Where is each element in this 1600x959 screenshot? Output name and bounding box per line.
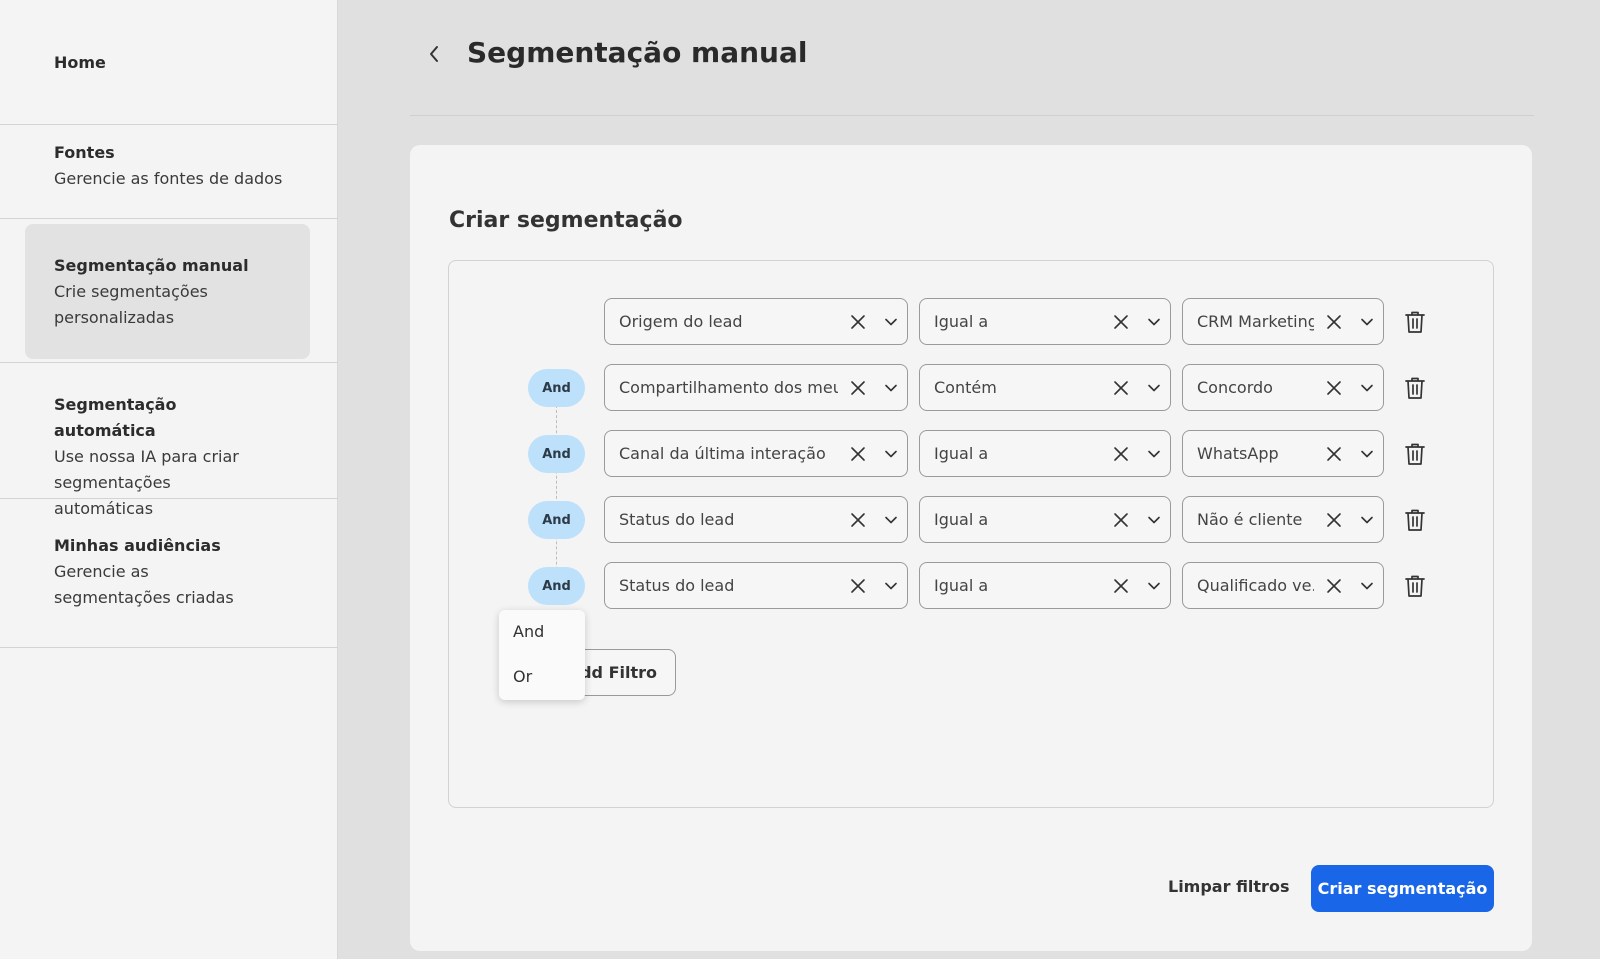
operator-select[interactable]: Igual a [919,298,1171,345]
filter-row: And Canal da última interação Igual a Whats… [0,430,1600,478]
filter-row: And Status do lead Igual a Não é cliente [0,496,1600,544]
chevron-down-icon[interactable] [879,574,903,598]
clear-icon[interactable] [1322,376,1346,400]
chevron-down-icon[interactable] [879,508,903,532]
field-select[interactable]: Compartilhamento dos meu... [604,364,908,411]
sidebar-item-title: Fontes [54,143,115,162]
chevron-down-icon[interactable] [879,442,903,466]
chevron-down-icon[interactable] [879,310,903,334]
value-select[interactable]: CRM Marketing [1182,298,1384,345]
chevron-down-icon[interactable] [1355,442,1379,466]
chevron-down-icon[interactable] [1355,376,1379,400]
connector-option-and[interactable]: And [513,622,544,641]
sidebar-item-fontes[interactable]: Fontes Gerencie as fontes de dados [0,140,338,218]
chevron-down-icon[interactable] [1142,310,1166,334]
field-select-value: Origem do lead [619,312,743,331]
trash-icon[interactable] [1402,573,1428,599]
chevron-down-icon[interactable] [1355,574,1379,598]
value-select-value: Concordo [1197,378,1273,397]
trash-icon[interactable] [1402,441,1428,467]
operator-select[interactable]: Igual a [919,496,1171,543]
value-select-value: Não é cliente [1197,510,1303,529]
clear-icon[interactable] [1109,442,1133,466]
clear-icon[interactable] [1109,376,1133,400]
clear-icon[interactable] [846,508,870,532]
clear-icon[interactable] [1322,310,1346,334]
create-segmentation-button[interactable]: Criar segmentação [1311,865,1494,912]
clear-icon[interactable] [846,574,870,598]
clear-icon[interactable] [1109,508,1133,532]
chevron-left-icon [430,46,438,62]
clear-icon[interactable] [846,376,870,400]
field-select-value: Canal da última interação [619,444,826,463]
field-select-value: Status do lead [619,510,735,529]
clear-icon[interactable] [846,442,870,466]
filter-row: And Status do lead Igual a Qualificado ve..… [0,562,1600,610]
sidebar-divider [0,124,338,125]
operator-select-value: Igual a [934,510,989,529]
chevron-down-icon[interactable] [1142,508,1166,532]
field-select[interactable]: Origem do lead [604,298,908,345]
connector-dropdown: And Or [499,610,585,700]
value-select[interactable]: Concordo [1182,364,1384,411]
field-select-value: Status do lead [619,576,735,595]
trash-icon[interactable] [1402,375,1428,401]
chevron-down-icon[interactable] [879,376,903,400]
connector-pill[interactable]: And [528,501,585,539]
operator-select[interactable]: Igual a [919,562,1171,609]
connector-option-or[interactable]: Or [513,667,532,686]
clear-icon[interactable] [1109,310,1133,334]
trash-icon[interactable] [1402,309,1428,335]
chevron-down-icon[interactable] [1142,574,1166,598]
value-select[interactable]: Qualificado ve... [1182,562,1384,609]
connector-pill[interactable]: And [528,369,585,407]
clear-icon[interactable] [1322,442,1346,466]
connector-pill[interactable]: And [528,435,585,473]
operator-select-value: Igual a [934,312,989,331]
clear-icon[interactable] [1109,574,1133,598]
value-select-value: Qualificado ve... [1197,576,1314,595]
sidebar-divider [0,647,338,648]
clear-icon[interactable] [1322,508,1346,532]
sidebar-item-title: Segmentação manual [54,256,249,275]
clear-icon[interactable] [1322,574,1346,598]
operator-select-value: Igual a [934,576,989,595]
field-select[interactable]: Canal da última interação [604,430,908,477]
value-select[interactable]: WhatsApp [1182,430,1384,477]
operator-select-value: Igual a [934,444,989,463]
header-divider [410,115,1534,116]
chevron-down-icon[interactable] [1355,310,1379,334]
clear-filters-button[interactable]: Limpar filtros [1168,877,1289,896]
sidebar-divider [0,362,338,363]
filter-row: And Compartilhamento dos meu... Contém Conc… [0,364,1600,412]
clear-icon[interactable] [846,310,870,334]
sidebar-item-home-label: Home [54,53,106,72]
value-select[interactable]: Não é cliente [1182,496,1384,543]
value-select-value: WhatsApp [1197,444,1279,463]
value-select-value: CRM Marketing [1197,312,1314,331]
trash-icon[interactable] [1402,507,1428,533]
operator-select[interactable]: Contém [919,364,1171,411]
chevron-down-icon[interactable] [1142,376,1166,400]
chevron-down-icon[interactable] [1142,442,1166,466]
sidebar: Home Fontes Gerencie as fontes de dados … [0,0,338,959]
page-title: Segmentação manual [467,36,808,69]
field-select[interactable]: Status do lead [604,496,908,543]
sidebar-item-description: Gerencie as fontes de dados [54,169,283,188]
operator-select-value: Contém [934,378,997,397]
filter-row: Origem do lead Igual a CRM Marketing [0,298,1600,346]
card-title: Criar segmentação [449,208,683,233]
connector-pill[interactable]: And [528,567,585,605]
back-button[interactable] [422,42,446,66]
sidebar-divider [0,218,338,219]
chevron-down-icon[interactable] [1355,508,1379,532]
field-select-value: Compartilhamento dos meu... [619,378,838,397]
operator-select[interactable]: Igual a [919,430,1171,477]
field-select[interactable]: Status do lead [604,562,908,609]
